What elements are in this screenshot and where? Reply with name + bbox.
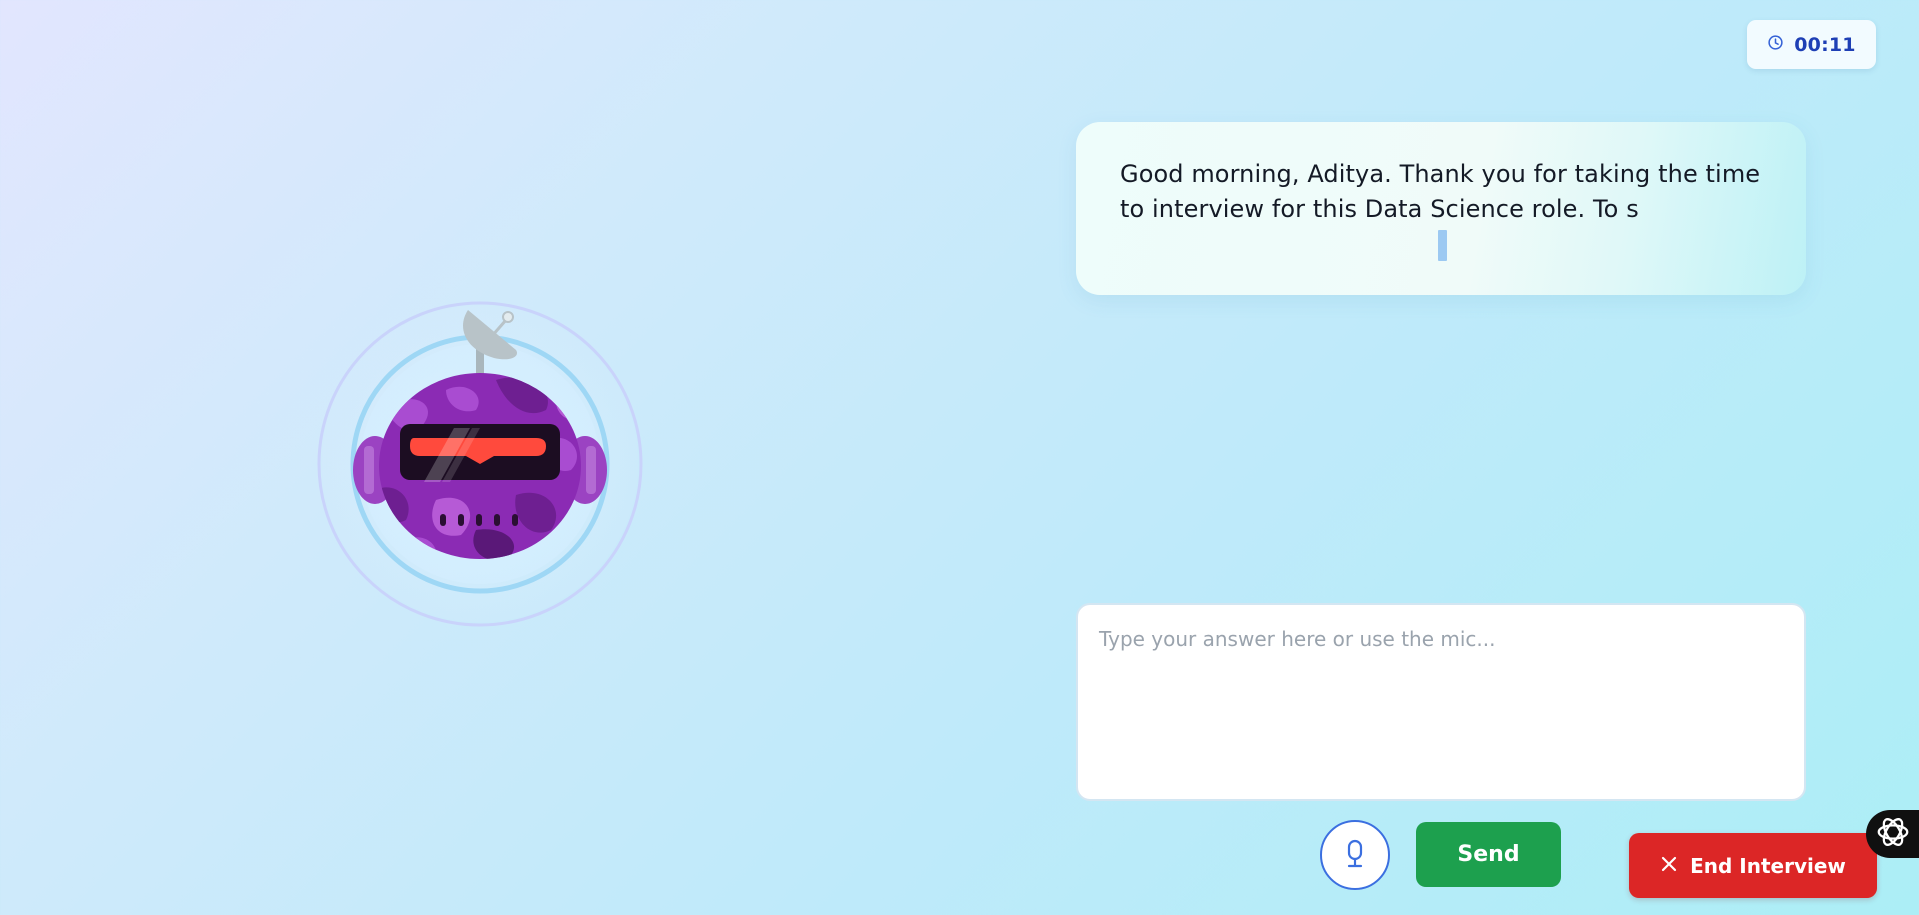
send-button[interactable]: Send bbox=[1416, 822, 1561, 887]
openai-logo-icon bbox=[1874, 813, 1912, 855]
robot-avatar-icon bbox=[316, 300, 644, 628]
floating-assistant-button[interactable] bbox=[1866, 810, 1919, 858]
microphone-icon bbox=[1342, 839, 1368, 872]
answer-input[interactable] bbox=[1076, 603, 1806, 801]
interview-timer: 00:11 bbox=[1747, 20, 1876, 69]
typing-caret bbox=[1438, 230, 1447, 261]
end-interview-label: End Interview bbox=[1690, 853, 1846, 878]
end-interview-button[interactable]: End Interview bbox=[1629, 833, 1877, 898]
clock-icon bbox=[1767, 34, 1784, 55]
interviewer-message-bubble: Good morning, Aditya. Thank you for taki… bbox=[1076, 122, 1806, 295]
interviewer-message-text: Good morning, Aditya. Thank you for taki… bbox=[1120, 160, 1761, 223]
mic-button[interactable] bbox=[1320, 820, 1390, 890]
close-icon bbox=[1660, 854, 1678, 878]
timer-value: 00:11 bbox=[1794, 33, 1856, 56]
